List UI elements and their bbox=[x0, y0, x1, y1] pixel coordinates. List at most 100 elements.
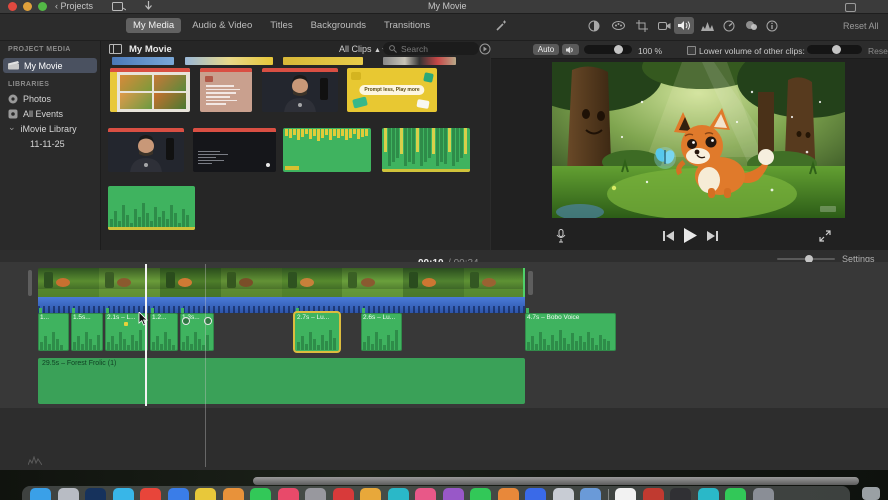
lower-volume-slider[interactable] bbox=[807, 45, 862, 54]
minimize-window-button[interactable] bbox=[23, 2, 32, 11]
color-balance-icon[interactable] bbox=[584, 17, 604, 34]
content-nav-icon[interactable] bbox=[479, 43, 491, 55]
sidebar-item-photos[interactable]: Photos bbox=[0, 91, 100, 106]
speed-icon[interactable] bbox=[719, 17, 739, 34]
noise-reduction-icon[interactable] bbox=[697, 17, 717, 34]
dock-app-icon[interactable] bbox=[752, 488, 774, 500]
tab-my-media[interactable]: My Media bbox=[126, 18, 182, 33]
reset-button[interactable]: Reset bbox=[868, 46, 888, 56]
volume-slider[interactable] bbox=[584, 45, 632, 54]
dock-app-icon[interactable] bbox=[525, 488, 546, 500]
dock-app-icon[interactable] bbox=[277, 488, 299, 500]
dock-app-icon[interactable] bbox=[387, 488, 409, 500]
clip-thumbnail-partial[interactable] bbox=[383, 57, 456, 65]
sidebar-toggle-icon[interactable] bbox=[109, 44, 122, 54]
back-to-projects-button[interactable]: ‹ Projects bbox=[55, 1, 93, 11]
trash-icon[interactable] bbox=[862, 487, 880, 500]
dock-app-icon[interactable] bbox=[332, 488, 354, 500]
timeline-audio-clip[interactable]: 2.6s – Lu... bbox=[361, 313, 402, 351]
dock-app-icon[interactable] bbox=[167, 488, 189, 500]
dock-app-icon[interactable] bbox=[112, 488, 134, 500]
sidebar-item-imovie-library[interactable]: ⌄ iMovie Library bbox=[0, 121, 100, 136]
timeline-audio-clip[interactable]: 4.7s – Bobo Voice bbox=[525, 313, 616, 351]
clip-thumbnail-terminal[interactable] bbox=[193, 128, 276, 172]
clip-thumbnail-document[interactable] bbox=[200, 68, 252, 112]
clip-thumbnail-promo[interactable]: Prompt less, Play more bbox=[347, 68, 437, 112]
clip-thumbnail-screenshot-grid[interactable] bbox=[110, 68, 190, 112]
clip-thumbnail-person[interactable] bbox=[262, 68, 338, 112]
dock-app-icon[interactable] bbox=[30, 488, 51, 500]
reset-all-button[interactable]: Reset All bbox=[843, 21, 879, 31]
timeline-right-handle[interactable] bbox=[528, 271, 533, 295]
tab-transitions[interactable]: Transitions bbox=[377, 18, 437, 33]
playhead[interactable] bbox=[145, 264, 147, 406]
import-media-icon[interactable] bbox=[112, 2, 126, 11]
skip-forward-icon[interactable] bbox=[707, 231, 718, 241]
microphone-icon[interactable] bbox=[556, 229, 566, 243]
all-clips-dropdown[interactable]: All Clips ▲▼ bbox=[339, 44, 388, 54]
mute-button[interactable] bbox=[562, 44, 579, 55]
clip-thumbnail-audio-tall[interactable] bbox=[382, 128, 470, 172]
timeline-audio-clip[interactable]: 1.2... bbox=[150, 313, 178, 351]
timeline-left-handle[interactable] bbox=[28, 270, 32, 296]
color-correction-icon[interactable] bbox=[608, 17, 628, 34]
volume-icon[interactable] bbox=[674, 17, 694, 34]
dock-app-icon[interactable] bbox=[250, 488, 271, 500]
clip-thumbnail-person[interactable] bbox=[108, 128, 184, 172]
dock-app-icon[interactable] bbox=[642, 488, 664, 500]
timeline-audio-clip[interactable]: 1.5s... bbox=[71, 313, 103, 351]
video-clip-filmstrip[interactable] bbox=[38, 268, 525, 297]
clip-filter-icon[interactable] bbox=[741, 17, 761, 34]
play-icon[interactable] bbox=[683, 228, 697, 243]
auto-volume-button[interactable]: Auto bbox=[533, 44, 559, 55]
dock-app-icon[interactable] bbox=[697, 488, 719, 500]
dock-app-icon[interactable] bbox=[57, 488, 79, 500]
close-window-button[interactable] bbox=[8, 2, 17, 11]
info-icon[interactable] bbox=[762, 17, 782, 34]
share-icon[interactable] bbox=[845, 3, 856, 12]
tab-titles[interactable]: Titles bbox=[263, 18, 299, 33]
timeline-audio-clip[interactable]: 2.7s – Lu... bbox=[295, 313, 339, 351]
download-arrow-icon[interactable] bbox=[144, 1, 153, 11]
dock-app-icon[interactable] bbox=[360, 488, 381, 500]
sidebar-item-11-11-25[interactable]: 11-11-25 bbox=[0, 136, 100, 151]
sidebar-item-all-events[interactable]: All Events bbox=[0, 106, 100, 121]
clip-thumbnail-partial[interactable] bbox=[283, 57, 363, 65]
dock-app-icon[interactable] bbox=[415, 488, 436, 500]
timeline-audio-clip[interactable]: 1... bbox=[38, 313, 69, 351]
video-audio-track[interactable] bbox=[38, 297, 525, 313]
dock-app-icon[interactable] bbox=[305, 488, 326, 500]
dock-app-icon[interactable] bbox=[552, 488, 574, 500]
dock-app-icon[interactable] bbox=[85, 488, 106, 500]
dock-app-icon[interactable] bbox=[670, 488, 691, 500]
fade-handle[interactable] bbox=[182, 317, 190, 325]
dock-app-icon[interactable] bbox=[725, 488, 746, 500]
timeline-audio-clip[interactable]: 1.3s... bbox=[180, 313, 214, 351]
crop-icon[interactable] bbox=[632, 17, 652, 34]
dock-app-icon[interactable] bbox=[497, 488, 519, 500]
stabilization-icon[interactable] bbox=[654, 17, 674, 34]
dock-app-icon[interactable] bbox=[195, 488, 216, 500]
fullscreen-icon[interactable] bbox=[819, 230, 831, 242]
dock-app-icon[interactable] bbox=[615, 488, 636, 500]
skip-back-icon[interactable] bbox=[663, 231, 674, 241]
zoom-window-button[interactable] bbox=[38, 2, 47, 11]
clip-thumbnail-audio-top[interactable] bbox=[283, 128, 371, 172]
clip-thumbnail-audio-wave[interactable] bbox=[108, 186, 195, 230]
tab-audio-video[interactable]: Audio & Video bbox=[185, 18, 259, 33]
enhance-wand-icon[interactable] bbox=[495, 19, 508, 32]
search-input[interactable]: Search bbox=[383, 42, 479, 55]
lower-volume-checkbox[interactable] bbox=[687, 46, 696, 55]
sidebar-item-my-movie[interactable]: My Movie bbox=[3, 58, 97, 73]
background-music-clip[interactable]: 29.5s – Forest Frolic (1) bbox=[38, 358, 525, 404]
dock-app-icon[interactable] bbox=[580, 488, 601, 500]
dock-app-icon[interactable] bbox=[442, 488, 464, 500]
dock-app-icon[interactable] bbox=[222, 488, 244, 500]
volume-keyframe-dot[interactable] bbox=[124, 322, 129, 326]
clip-thumbnail-partial[interactable] bbox=[112, 57, 174, 65]
timeline-zoom-slider[interactable] bbox=[777, 255, 835, 263]
waveform-toggle-icon[interactable] bbox=[28, 456, 42, 465]
preview-viewer[interactable] bbox=[522, 42, 877, 220]
tab-backgrounds[interactable]: Backgrounds bbox=[304, 18, 373, 33]
clip-thumbnail-partial[interactable] bbox=[185, 57, 273, 65]
